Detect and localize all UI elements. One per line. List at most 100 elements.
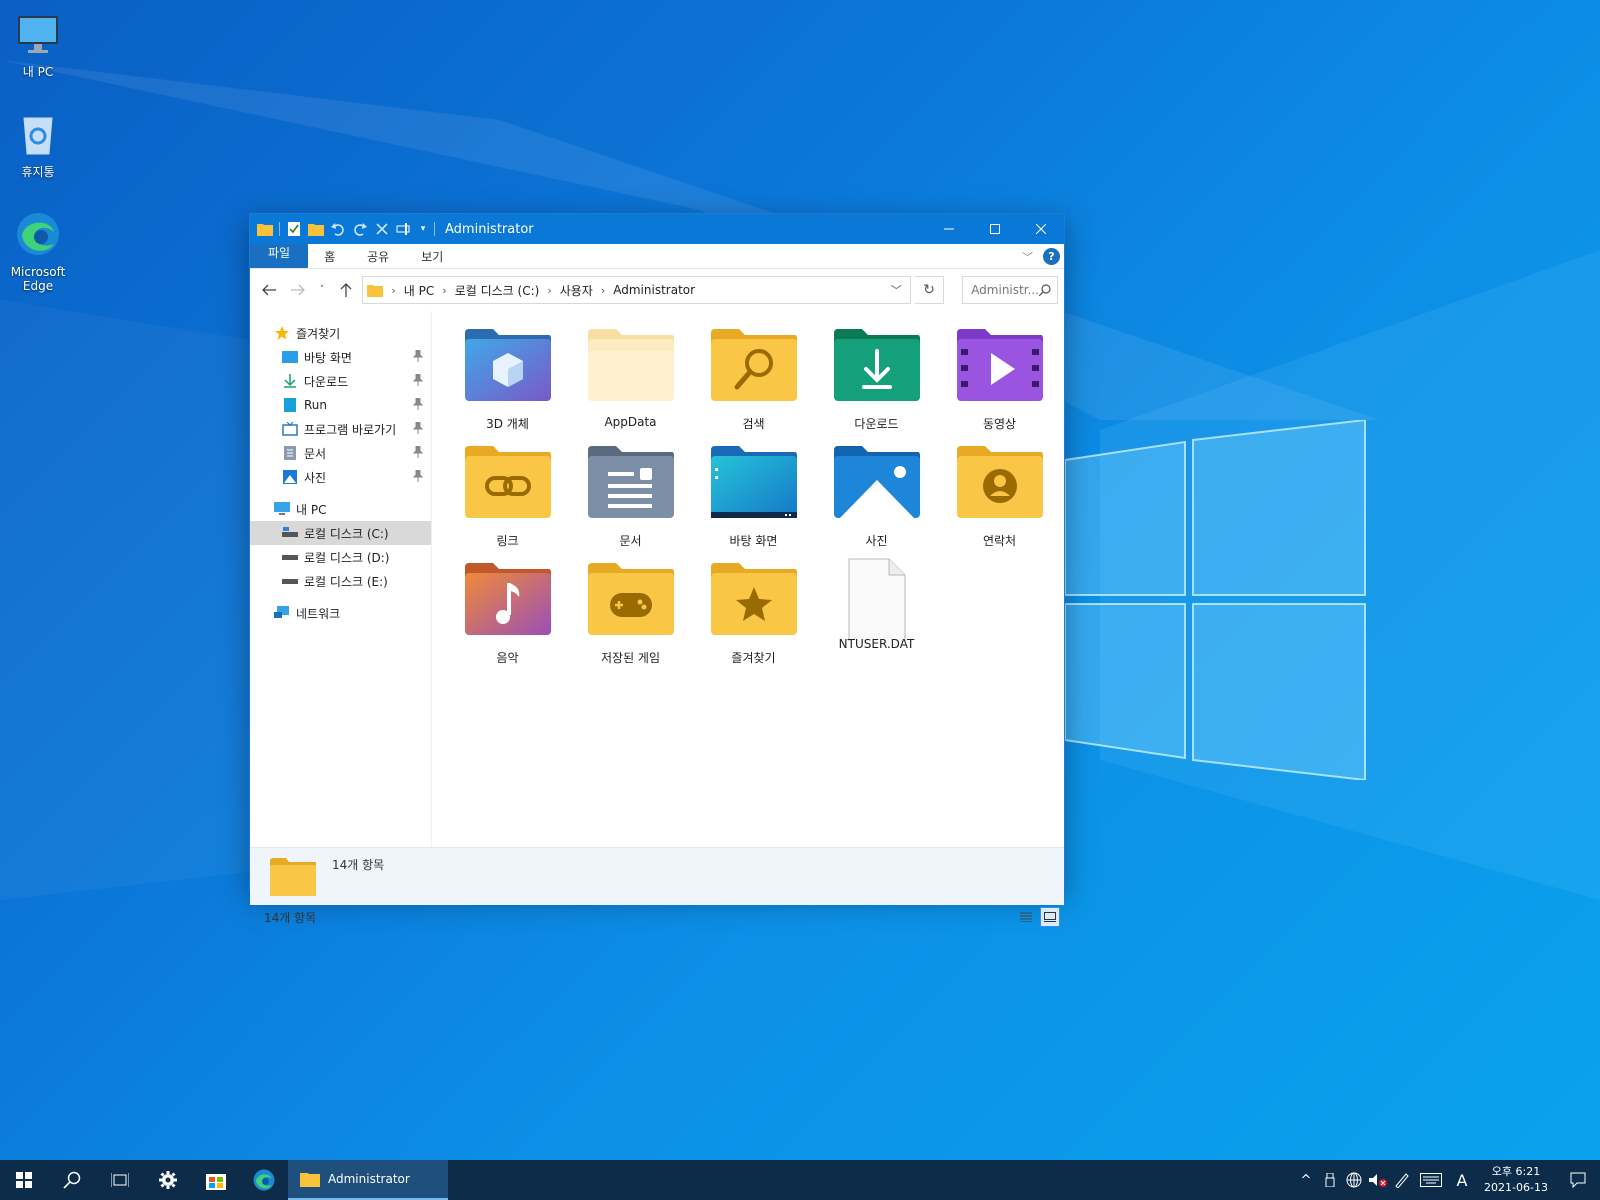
tab-view[interactable]: 보기: [405, 244, 459, 268]
list-item[interactable]: 바탕 화면: [692, 442, 815, 559]
search-input[interactable]: Administr...: [971, 283, 1039, 297]
documents-folder-icon: [587, 446, 674, 518]
nav-desktop[interactable]: 바탕 화면: [250, 345, 431, 369]
start-button[interactable]: [0, 1160, 48, 1200]
nav-this-pc[interactable]: 내 PC: [250, 497, 431, 521]
taskbar-settings[interactable]: [144, 1160, 192, 1200]
delete-icon[interactable]: [374, 221, 390, 237]
breadcrumb-item[interactable]: 로컬 디스크 (C:): [455, 282, 540, 299]
details-view-button[interactable]: [1016, 907, 1036, 927]
clock[interactable]: 오후 6:21 2021-06-13: [1476, 1164, 1556, 1196]
nav-label: 사진: [304, 470, 327, 485]
list-item[interactable]: 링크: [446, 442, 569, 559]
nav-drive-c[interactable]: 로컬 디스크 (C:): [250, 521, 431, 545]
window-title: Administrator: [445, 221, 534, 237]
tab-home[interactable]: 홈: [308, 244, 351, 268]
properties-icon[interactable]: [286, 221, 302, 237]
action-center-button[interactable]: [1556, 1160, 1600, 1200]
nav-downloads[interactable]: 다운로드: [250, 369, 431, 393]
desktop-icon-recycle-bin[interactable]: 휴지통: [0, 110, 76, 179]
close-button[interactable]: [1018, 214, 1064, 244]
picture-icon: [282, 469, 298, 485]
search-box[interactable]: Administr...: [962, 276, 1058, 304]
undo-icon[interactable]: [330, 221, 346, 237]
taskbar-store[interactable]: [192, 1160, 240, 1200]
nav-run[interactable]: Run: [250, 393, 431, 417]
forward-button[interactable]: [286, 277, 312, 303]
list-item[interactable]: 검색: [692, 325, 815, 442]
breadcrumb-item[interactable]: 내 PC: [404, 282, 434, 299]
list-item[interactable]: 사진: [815, 442, 938, 559]
breadcrumb-item[interactable]: 사용자: [560, 282, 593, 299]
system-drive-icon: [282, 525, 298, 541]
close-icon: [1036, 224, 1046, 234]
minimize-button[interactable]: [926, 214, 972, 244]
usb-icon[interactable]: [1318, 1160, 1342, 1200]
chevron-right-icon: ›: [600, 283, 606, 297]
folder-icon: [257, 221, 273, 237]
maximize-button[interactable]: [972, 214, 1018, 244]
large-icons-view-button[interactable]: [1040, 907, 1060, 927]
notification-icon: [1570, 1172, 1586, 1188]
tab-share[interactable]: 공유: [351, 244, 405, 268]
customize-qat-icon[interactable]: ▾: [418, 221, 428, 237]
list-item[interactable]: 음악: [446, 559, 569, 676]
nav-label: 내 PC: [296, 502, 327, 517]
navigation-pane[interactable]: 즐겨찾기 바탕 화면 다운로드 Run 프로그램 바로가기 문서 사진 내 PC…: [250, 311, 432, 847]
breadcrumb-item[interactable]: Administrator: [613, 283, 695, 297]
tab-file[interactable]: 파일: [250, 244, 309, 268]
ime-indicator[interactable]: A: [1448, 1160, 1476, 1200]
list-item[interactable]: 연락처: [938, 442, 1061, 559]
taskbar-explorer-app[interactable]: Administrator: [288, 1160, 448, 1200]
tiles-view-icon: [1044, 912, 1056, 922]
taskbar-edge[interactable]: [240, 1160, 288, 1200]
nav-program-shortcuts[interactable]: 프로그램 바로가기: [250, 417, 431, 441]
network-icon[interactable]: [1342, 1160, 1366, 1200]
help-button[interactable]: ?: [1043, 248, 1060, 265]
redo-icon[interactable]: [352, 221, 368, 237]
file-grid: 3D 개체 AppData 검색 다운로드 동영상 링크 문서 바탕 화면 사진…: [432, 311, 1064, 847]
chevron-down-icon[interactable]: ﹀: [891, 282, 910, 298]
volume-muted-icon[interactable]: [1366, 1160, 1390, 1200]
list-item[interactable]: AppData: [569, 325, 692, 442]
recent-locations-button[interactable]: ˅: [315, 277, 329, 303]
list-item[interactable]: NTUSER.DAT: [815, 558, 938, 676]
nav-quick-access[interactable]: 즐겨찾기: [250, 321, 431, 345]
list-item[interactable]: 저장된 게임: [569, 559, 692, 676]
star-icon: [274, 325, 290, 341]
nav-label: 로컬 디스크 (C:): [304, 526, 389, 541]
item-label: 바탕 화면: [729, 534, 778, 548]
nav-drive-e[interactable]: 로컬 디스크 (E:): [250, 569, 431, 593]
search-icon: [63, 1171, 81, 1189]
nav-documents[interactable]: 문서: [250, 441, 431, 465]
desktop-icon-edge[interactable]: Microsoft Edge: [0, 210, 76, 293]
search-button[interactable]: [48, 1160, 96, 1200]
nav-label: 로컬 디스크 (D:): [304, 550, 390, 565]
drive-icon: [282, 573, 298, 589]
nav-pictures[interactable]: 사진: [250, 465, 431, 489]
back-button[interactable]: [256, 277, 282, 303]
refresh-button[interactable]: ↻: [914, 276, 945, 304]
edge-icon: [253, 1169, 275, 1191]
pen-icon[interactable]: [1390, 1160, 1414, 1200]
new-folder-icon[interactable]: [308, 221, 324, 237]
nav-drive-d[interactable]: 로컬 디스크 (D:): [250, 545, 431, 569]
list-item[interactable]: 동영상: [938, 325, 1061, 442]
title-bar[interactable]: ▾ Administrator: [250, 214, 1064, 244]
task-view-button[interactable]: [96, 1160, 144, 1200]
desktop-icon-this-pc[interactable]: 내 PC: [0, 10, 76, 79]
address-bar[interactable]: › 내 PC › 로컬 디스크 (C:) › 사용자 › Administrat…: [362, 276, 911, 304]
expand-ribbon-icon[interactable]: ﹀: [1022, 249, 1033, 265]
file-icon: [848, 558, 905, 641]
keyboard-icon[interactable]: [1414, 1160, 1448, 1200]
list-item[interactable]: 3D 개체: [446, 325, 569, 442]
up-button[interactable]: [333, 277, 359, 303]
nav-network[interactable]: 네트워크: [250, 601, 431, 625]
list-item[interactable]: 문서: [569, 442, 692, 559]
music-folder-icon: [464, 563, 551, 635]
list-item[interactable]: 다운로드: [815, 325, 938, 442]
rename-icon[interactable]: [396, 221, 412, 237]
list-item[interactable]: 즐겨찾기: [692, 559, 815, 676]
separator: [279, 222, 280, 236]
show-hidden-icons[interactable]: ^: [1294, 1160, 1318, 1200]
